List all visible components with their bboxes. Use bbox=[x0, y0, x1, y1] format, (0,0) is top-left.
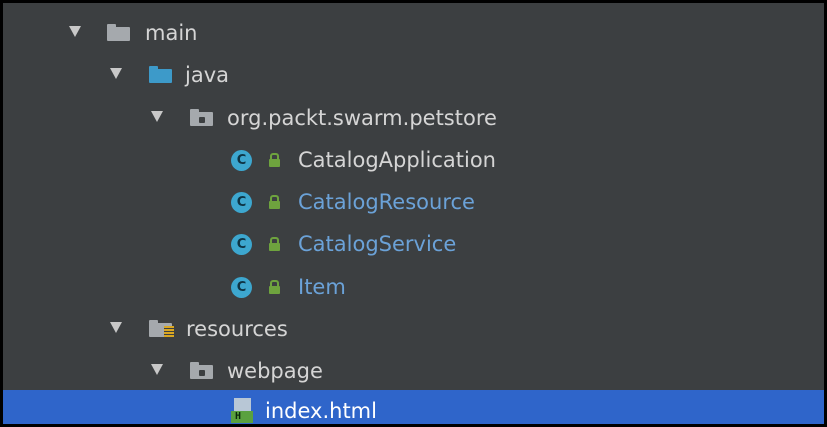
tree-node-package[interactable]: org.packt.swarm.petstore bbox=[3, 97, 824, 139]
tree-node-label: Item bbox=[298, 275, 346, 299]
folder-icon bbox=[107, 24, 130, 41]
tree-node-label: resources bbox=[186, 317, 288, 341]
tree-node-webpage[interactable]: webpage bbox=[3, 350, 824, 392]
class-icon: C bbox=[231, 192, 252, 213]
tree-node-label: org.packt.swarm.petstore bbox=[227, 106, 497, 130]
tree-node-class[interactable]: C Item bbox=[3, 266, 824, 308]
project-tree: main java org.packt.swarm.petstore C Cat… bbox=[0, 0, 827, 427]
tree-node-label: CatalogService bbox=[298, 232, 457, 256]
html-file-icon: H bbox=[231, 398, 255, 424]
lock-icon bbox=[269, 237, 280, 251]
tree-node-main[interactable]: main bbox=[3, 12, 824, 54]
tree-node-file-selected[interactable]: H index.html bbox=[3, 390, 824, 424]
tree-node-class[interactable]: C CatalogApplication bbox=[3, 139, 824, 181]
tree-node-class[interactable]: C CatalogService bbox=[3, 223, 824, 265]
tree-node-label: CatalogResource bbox=[298, 190, 475, 214]
expand-arrow-icon[interactable] bbox=[151, 364, 163, 375]
expand-arrow-icon[interactable] bbox=[110, 322, 122, 333]
resources-folder-icon bbox=[149, 320, 174, 338]
expand-arrow-icon[interactable] bbox=[151, 111, 163, 122]
package-icon bbox=[190, 109, 213, 126]
folder-icon bbox=[190, 362, 213, 379]
lock-icon bbox=[269, 280, 280, 294]
class-icon: C bbox=[231, 277, 252, 298]
tree-node-label: index.html bbox=[265, 399, 377, 423]
tree-node-class[interactable]: C CatalogResource bbox=[3, 181, 824, 223]
class-icon: C bbox=[231, 150, 252, 171]
class-icon: C bbox=[231, 234, 252, 255]
tree-node-resources[interactable]: resources bbox=[3, 308, 824, 350]
expand-arrow-icon[interactable] bbox=[69, 26, 81, 37]
tree-node-label: CatalogApplication bbox=[298, 148, 496, 172]
tree-node-label: webpage bbox=[227, 359, 323, 383]
lock-icon bbox=[269, 195, 280, 209]
lock-icon bbox=[269, 153, 280, 167]
tree-node-java[interactable]: java bbox=[3, 54, 824, 96]
tree-node-label: java bbox=[185, 63, 229, 87]
expand-arrow-icon[interactable] bbox=[110, 68, 122, 79]
source-folder-icon bbox=[149, 66, 172, 83]
html-badge: H bbox=[231, 411, 253, 423]
tree-node-label: main bbox=[145, 21, 198, 45]
